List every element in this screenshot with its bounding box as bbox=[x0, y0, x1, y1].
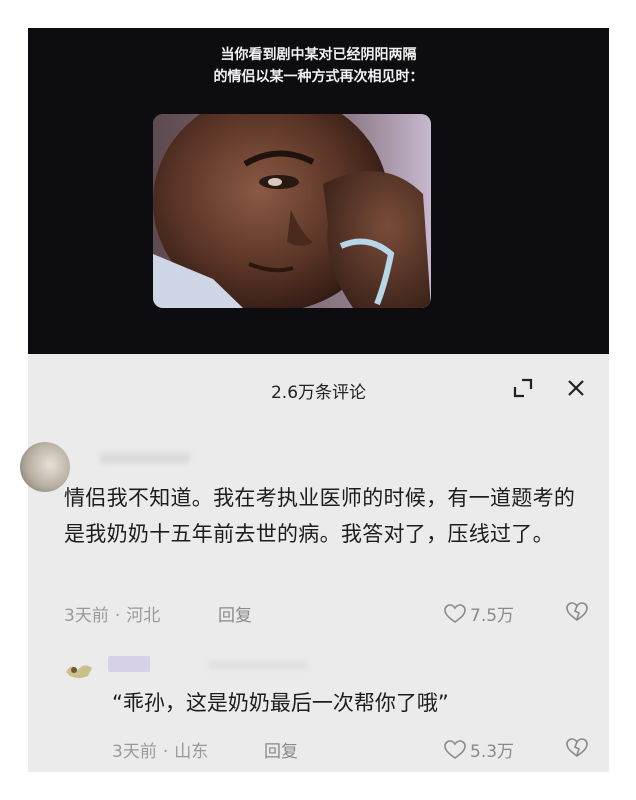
reply-meta: 3天前 · 山东 bbox=[112, 737, 208, 762]
reply-reply-button[interactable]: 回复 bbox=[264, 737, 298, 762]
video-caption: 当你看到剧中某对已经阴阳两隔 的情侣以某一种方式再次相见时： bbox=[28, 44, 609, 88]
video-player[interactable]: 当你看到剧中某对已经阴阳两隔 的情侣以某一种方式再次相见时： bbox=[28, 28, 609, 354]
reply-time: 3天前 bbox=[112, 742, 157, 762]
close-icon[interactable] bbox=[564, 376, 588, 400]
like-count: 7.5万 bbox=[470, 606, 515, 626]
comment-meta: 3天前 · 河北 bbox=[64, 601, 160, 626]
comments-sheet: 2.6万条评论 情侣我不知道。我在考执业医师的时候，有一道题考的是我奶奶十五年前… bbox=[20, 354, 609, 772]
like-button[interactable]: 7.5万 bbox=[444, 601, 514, 626]
broken-heart-icon bbox=[566, 738, 588, 757]
broken-heart-icon bbox=[566, 602, 588, 621]
reply-button[interactable]: 回复 bbox=[218, 601, 252, 626]
commenter-name-blurred[interactable] bbox=[100, 452, 190, 464]
reply-location: 山东 bbox=[174, 742, 209, 762]
reply-avatar-icon[interactable] bbox=[64, 658, 94, 680]
heart-icon bbox=[444, 603, 466, 623]
caption-line-2: 的情侣以某一种方式再次相见时： bbox=[213, 69, 424, 85]
comment-text: 情侣我不知道。我在考执业医师的时候，有一道题考的是我奶奶十五年前去世的病。我答对… bbox=[64, 486, 576, 546]
heart-icon bbox=[444, 739, 466, 759]
video-frame-image bbox=[153, 114, 431, 308]
comment-location: 河北 bbox=[126, 606, 161, 626]
app-screen: 当你看到剧中某对已经阴阳两隔 的情侣以某一种方式再次相见时： 2.6万条评论 情… bbox=[0, 0, 636, 800]
reply-dislike-button[interactable] bbox=[566, 738, 588, 762]
reply-like-button[interactable]: 5.3万 bbox=[444, 737, 514, 762]
dislike-button[interactable] bbox=[566, 602, 588, 626]
reply-extra-blurred bbox=[208, 660, 308, 670]
commenter-avatar[interactable] bbox=[20, 442, 70, 492]
meta-separator: · bbox=[114, 606, 121, 626]
expand-icon[interactable] bbox=[512, 377, 534, 399]
comment-time: 3天前 bbox=[64, 606, 109, 626]
reply-like-count: 5.3万 bbox=[470, 742, 515, 762]
caption-line-1: 当你看到剧中某对已经阴阳两隔 bbox=[220, 47, 417, 63]
meta-separator: · bbox=[162, 742, 169, 762]
reply-username-blurred[interactable] bbox=[108, 656, 150, 672]
reply-text: “乖孙，这是奶奶最后一次帮你了哦” bbox=[112, 691, 449, 715]
